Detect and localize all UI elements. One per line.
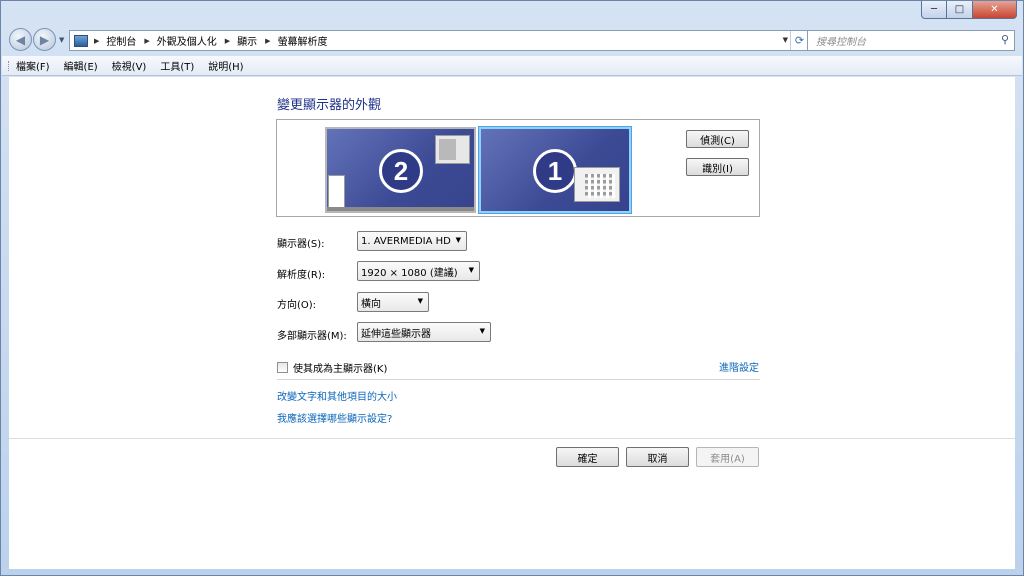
main-display-checkbox-label[interactable]: 使其成為主顯示器(K) (293, 360, 387, 375)
address-dropdown-icon[interactable]: ▼ (783, 36, 788, 44)
menu-help[interactable]: 說明(H) (208, 58, 243, 73)
monitor-1[interactable]: 1 (479, 127, 631, 213)
page-title: 變更顯示器的外觀 (277, 98, 382, 113)
menu-tools[interactable]: 工具(T) (160, 58, 194, 73)
back-button[interactable]: ◀ (9, 28, 32, 51)
maximize-button[interactable]: □ (947, 1, 973, 19)
window-thumbnail (574, 167, 620, 202)
orientation-select[interactable]: 橫向 ▼ (357, 292, 429, 312)
monitor-preview: 2 1 偵測(C) 識別(I) (276, 119, 760, 217)
minimize-button[interactable]: ─ (921, 1, 947, 19)
resolution-select-value: 1920 × 1080 (建議) (361, 267, 458, 279)
breadcrumb-display[interactable]: 顯示 (237, 33, 257, 48)
chevron-down-icon: ▼ (468, 266, 474, 274)
orientation-label: 方向(O): (277, 300, 317, 311)
ok-button[interactable]: 確定 (556, 447, 619, 467)
apply-button[interactable]: 套用(A) (696, 447, 759, 467)
chevron-right-icon[interactable]: ▶ (265, 37, 270, 45)
breadcrumb-control-panel[interactable]: 控制台 (106, 33, 136, 48)
multiple-displays-select[interactable]: 延伸這些顯示器 ▼ (357, 322, 491, 342)
search-placeholder: 搜尋控制台 (816, 37, 866, 48)
display-select-value: 1. AVERMEDIA HD (361, 235, 451, 247)
refresh-icon[interactable]: ⟳ (790, 31, 808, 50)
control-panel-icon (74, 34, 88, 47)
display-settings-help-link[interactable]: 我應該選擇哪些顯示設定? (277, 410, 392, 425)
orientation-select-value: 橫向 (361, 298, 381, 310)
display-label: 顯示器(S): (277, 239, 325, 250)
recent-pages-dropdown[interactable]: ▼ (59, 36, 64, 44)
menu-bar: 檔案(F) 編輯(E) 檢視(V) 工具(T) 說明(H) (2, 56, 1022, 76)
monitor-number: 2 (379, 149, 423, 193)
breadcrumb-screen-resolution[interactable]: 螢幕解析度 (278, 33, 328, 48)
search-input[interactable]: 搜尋控制台 ⚲ (807, 30, 1015, 51)
navigation-bar: ◀ ▶ ▼ ▶ 控制台 ▶ 外觀及個人化 ▶ 顯示 ▶ 螢幕解析度 ▼ ⟳ 搜尋… (9, 27, 1015, 53)
window-thumbnail (435, 135, 470, 164)
monitor-2[interactable]: 2 (325, 127, 476, 213)
main-display-checkbox[interactable] (277, 362, 288, 373)
multiple-displays-label: 多部顯示器(M): (277, 331, 347, 342)
menu-edit[interactable]: 編輯(E) (64, 58, 98, 73)
window-thumbnail (328, 175, 345, 210)
breadcrumb-appearance[interactable]: 外觀及個人化 (157, 33, 217, 48)
chevron-down-icon: ▼ (417, 297, 423, 305)
detect-button[interactable]: 偵測(C) (686, 130, 749, 148)
content-area: 變更顯示器的外觀 2 1 偵測(C) 識別(I) 顯示器(S): 1. AVER… (9, 77, 1015, 569)
taskbar-thumbnail (327, 207, 474, 211)
display-select[interactable]: 1. AVERMEDIA HD ▼ (357, 231, 467, 251)
divider (9, 438, 1015, 439)
control-panel-window: ─ □ ✕ ◀ ▶ ▼ ▶ 控制台 ▶ 外觀及個人化 ▶ 顯示 ▶ 螢幕解析度 … (0, 0, 1024, 576)
caption-buttons: ─ □ ✕ (921, 1, 1017, 19)
chevron-right-icon[interactable]: ▶ (225, 37, 230, 45)
back-arrow-icon: ◀ (15, 32, 26, 47)
address-bar[interactable]: ▶ 控制台 ▶ 外觀及個人化 ▶ 顯示 ▶ 螢幕解析度 ▼ ⟳ (69, 30, 809, 51)
cancel-button[interactable]: 取消 (626, 447, 689, 467)
forward-arrow-icon: ▶ (39, 32, 50, 47)
multiple-displays-select-value: 延伸這些顯示器 (361, 328, 431, 340)
search-icon[interactable]: ⚲ (1001, 33, 1009, 46)
chevron-down-icon: ▼ (455, 236, 461, 244)
resolution-select[interactable]: 1920 × 1080 (建議) ▼ (357, 261, 480, 281)
main-display-option[interactable]: 使其成為主顯示器(K) (277, 360, 387, 375)
advanced-settings-link[interactable]: 進階設定 (719, 359, 759, 374)
resolution-label: 解析度(R): (277, 270, 326, 281)
chevron-down-icon: ▼ (479, 327, 485, 335)
menu-grip (8, 61, 10, 71)
menu-file[interactable]: 檔案(F) (16, 58, 50, 73)
chevron-right-icon[interactable]: ▶ (94, 37, 99, 45)
text-size-link[interactable]: 改變文字和其他項目的大小 (277, 388, 397, 403)
menu-view[interactable]: 檢視(V) (112, 58, 147, 73)
monitor-number: 1 (533, 149, 577, 193)
divider (277, 379, 760, 380)
chevron-right-icon[interactable]: ▶ (144, 37, 149, 45)
forward-button[interactable]: ▶ (33, 28, 56, 51)
identify-button[interactable]: 識別(I) (686, 158, 749, 176)
close-button[interactable]: ✕ (973, 1, 1017, 19)
